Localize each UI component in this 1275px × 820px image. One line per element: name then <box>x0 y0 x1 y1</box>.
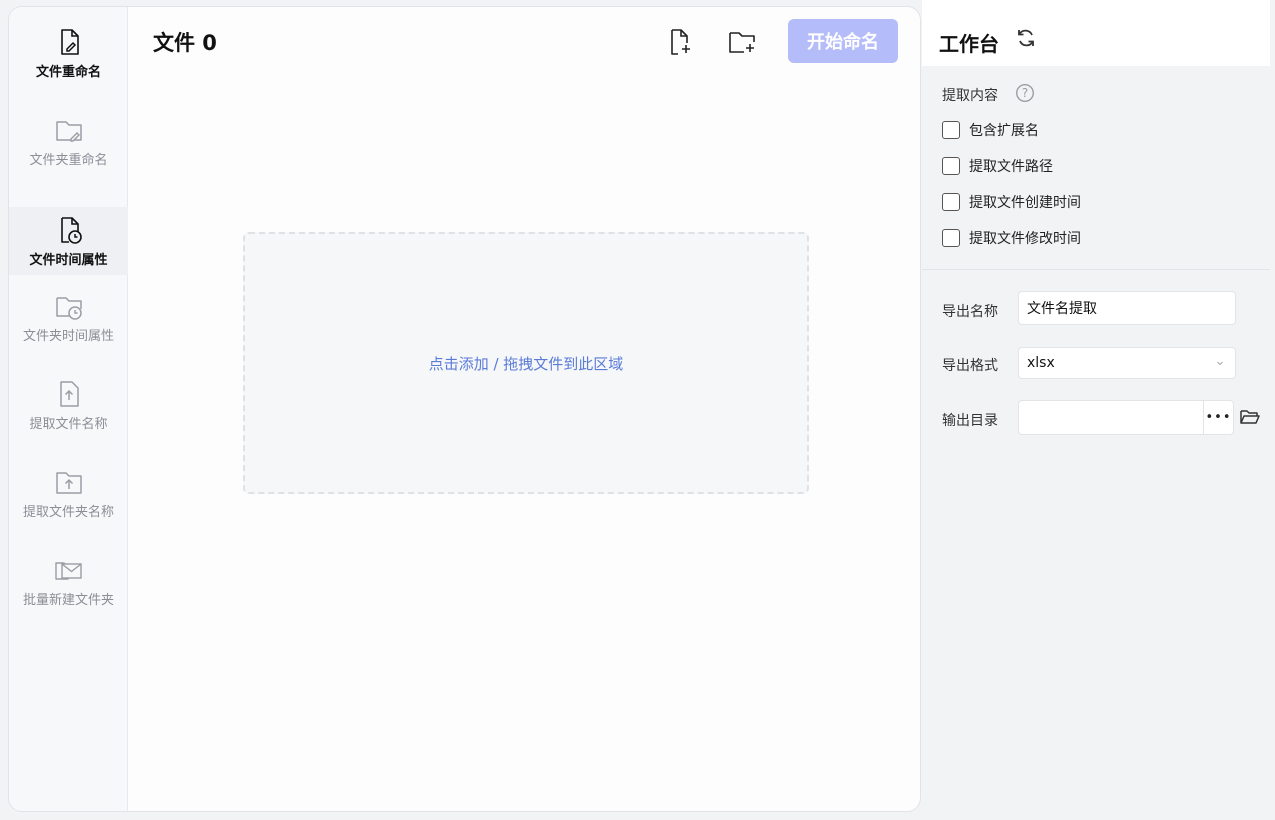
export-format-select[interactable]: xlsx <box>1018 347 1236 379</box>
refresh-icon[interactable] <box>1015 27 1037 49</box>
sidebar-item-label: 文件夹时间属性 <box>22 328 114 344</box>
option-label: 提取文件修改时间 <box>969 231 1081 247</box>
start-rename-button[interactable]: 开始命名 <box>788 19 898 63</box>
folder-mail-icon <box>54 561 82 580</box>
sidebar-item-file-rename[interactable]: 文件重命名 <box>9 19 128 87</box>
svg-text:?: ? <box>1022 86 1028 100</box>
sidebar-item-folder-time[interactable]: 文件夹时间属性 <box>9 283 128 351</box>
option-label: 包含扩展名 <box>969 123 1039 139</box>
folder-plus-icon <box>729 32 755 53</box>
sidebar: 文件重命名 文件夹重命名 文件时间属性 文件夹时间属性 提取文件名称 提取文件夹… <box>9 7 128 811</box>
sidebar-item-file-time[interactable]: 文件时间属性 <box>9 207 128 275</box>
output-dir-group: ••• <box>1018 400 1234 435</box>
output-dir-label: 输出目录 <box>942 413 998 429</box>
option-label: 提取文件路径 <box>969 159 1053 175</box>
add-file-button[interactable] <box>663 25 697 59</box>
checkbox[interactable] <box>942 121 960 139</box>
sidebar-item-label: 提取文件名称 <box>29 416 108 432</box>
folder-open-icon[interactable] <box>1239 407 1261 427</box>
output-dir-input[interactable] <box>1019 401 1203 434</box>
selected-value: xlsx <box>1027 355 1055 371</box>
browse-more-button[interactable]: ••• <box>1203 401 1233 434</box>
file-plus-icon <box>671 29 690 55</box>
checkbox[interactable] <box>942 229 960 247</box>
folder-clock-icon <box>55 296 82 320</box>
more-icon: ••• <box>1205 410 1232 425</box>
export-name-label: 导出名称 <box>942 304 998 320</box>
export-name-input[interactable] <box>1018 291 1236 325</box>
file-dropzone[interactable]: 点击添加 / 拖拽文件到此区域 <box>243 232 809 494</box>
checkbox[interactable] <box>942 193 960 211</box>
add-folder-button[interactable] <box>726 25 760 59</box>
export-format-label: 导出格式 <box>942 358 998 374</box>
sidebar-item-label: 文件夹重命名 <box>29 152 108 168</box>
file-clock-icon <box>60 216 82 244</box>
checkbox[interactable] <box>942 157 960 175</box>
chevron-down-icon <box>1217 361 1223 366</box>
main-area: 文件 0 开始命名 点击添加 / 拖拽文件到此区域 <box>129 7 920 811</box>
sidebar-item-batch-new-folder[interactable]: 批量新建文件夹 <box>9 547 128 615</box>
sidebar-item-extract-folder-name[interactable]: 提取文件夹名称 <box>9 459 128 527</box>
option-label: 提取文件创建时间 <box>969 195 1081 211</box>
sidebar-item-label: 提取文件夹名称 <box>22 504 114 520</box>
app-window: 文件重命名 文件夹重命名 文件时间属性 文件夹时间属性 提取文件名称 提取文件夹… <box>8 6 921 812</box>
option-include-extension[interactable]: 包含扩展名 <box>942 120 1039 140</box>
panel-title: 工作台 <box>939 32 999 56</box>
folder-edit-icon <box>55 120 82 142</box>
folder-upload-icon <box>55 471 82 494</box>
panel-header: 工作台 <box>922 0 1270 66</box>
file-upload-icon <box>59 380 79 407</box>
option-extract-modified-time[interactable]: 提取文件修改时间 <box>942 228 1081 248</box>
page-title: 文件 0 <box>153 31 217 55</box>
sidebar-item-label: 文件重命名 <box>35 64 101 80</box>
option-extract-created-time[interactable]: 提取文件创建时间 <box>942 192 1081 212</box>
workbench-panel: 提取内容 ? 包含扩展名 提取文件路径 提取文件创建时间 提取文件修改时间 导出… <box>922 66 1270 793</box>
option-extract-path[interactable]: 提取文件路径 <box>942 156 1053 176</box>
dropzone-hint: 点击添加 / 拖拽文件到此区域 <box>428 354 624 373</box>
sidebar-item-extract-file-name[interactable]: 提取文件名称 <box>9 371 128 439</box>
help-icon[interactable]: ? <box>1015 83 1035 103</box>
sidebar-item-folder-rename[interactable]: 文件夹重命名 <box>9 107 128 175</box>
sidebar-item-label: 批量新建文件夹 <box>22 592 114 608</box>
sidebar-item-label: 文件时间属性 <box>29 252 108 268</box>
divider <box>922 269 1270 270</box>
section-label: 提取内容 <box>942 88 998 104</box>
file-edit-icon <box>60 28 79 55</box>
